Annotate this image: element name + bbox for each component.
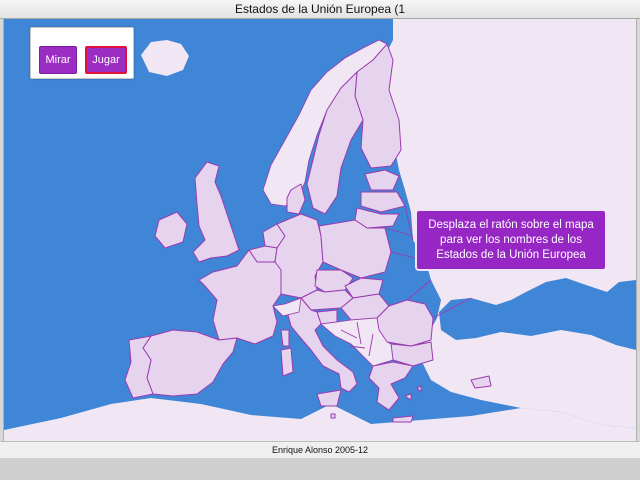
window-title: Estados de la Unión Europea (1 — [234, 2, 406, 16]
eu-state-united-kingdom[interactable] — [192, 161, 240, 263]
greek-islands — [392, 385, 422, 423]
window-title-bar: Estados de la Unión Europea (1 — [0, 0, 640, 19]
jugar-button[interactable]: Jugar — [85, 46, 127, 74]
footer-credit: Enrique Alonso 2005-12 — [271, 445, 369, 455]
instruction-box: Desplaza el ratón sobre el mapa para ver… — [415, 209, 607, 271]
eu-state-malta[interactable] — [330, 413, 336, 419]
eu-state-estonia[interactable] — [364, 169, 400, 191]
footer-bar: Enrique Alonso 2005-12 — [0, 441, 640, 459]
iceland — [141, 40, 189, 76]
bottom-strip — [0, 458, 640, 480]
eu-state-france[interactable] — [198, 249, 282, 345]
eu-state-italy-sicily[interactable] — [316, 389, 342, 407]
eu-state-france-corsica[interactable] — [280, 329, 290, 347]
eu-state-ireland[interactable] — [154, 211, 188, 249]
eu-state-spain[interactable] — [142, 329, 238, 397]
mirar-button[interactable]: Mirar — [39, 46, 77, 74]
instruction-text: Desplaza el ratón sobre el mapa para ver… — [428, 218, 594, 261]
eu-state-poland[interactable] — [318, 219, 392, 279]
eu-state-italy-sardinia[interactable] — [280, 347, 294, 377]
eu-state-greece[interactable] — [368, 361, 414, 411]
eu-state-latvia[interactable] — [360, 191, 406, 213]
mode-button-panel: Mirar Jugar — [30, 27, 134, 79]
